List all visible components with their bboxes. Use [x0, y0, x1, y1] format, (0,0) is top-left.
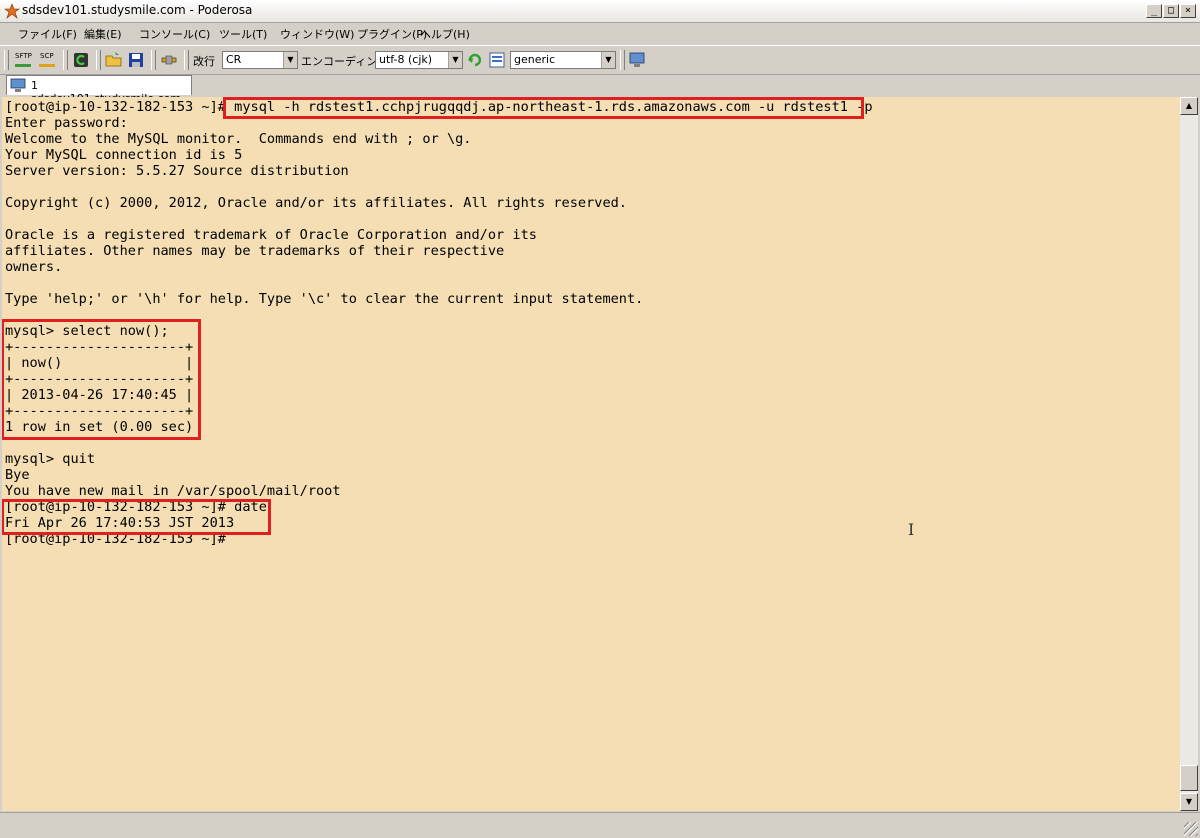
terminal-area[interactable]: [root@ip-10-132-182-153 ~]# mysql -h rds…	[2, 97, 1180, 811]
chevron-down-icon: ▼	[448, 52, 462, 68]
sftp-label: SFTP	[15, 52, 32, 60]
vertical-scrollbar[interactable]: ▲ ▼	[1180, 97, 1198, 811]
encoding-select[interactable]: utf-8 (cjk) ▼	[375, 51, 463, 69]
menu-console[interactable]: コンソール(C)	[139, 26, 210, 42]
newline-label: 改行	[193, 55, 215, 68]
toolbar-grip[interactable]	[151, 50, 156, 70]
chevron-down-icon: ▼	[283, 52, 297, 68]
terminal-line: Oracle is a registered trademark of Orac…	[5, 227, 537, 243]
local-echo-icon[interactable]	[466, 51, 484, 69]
minimize-button[interactable]: _	[1146, 4, 1162, 18]
menu-plugin[interactable]: プラグイン(P)	[357, 26, 427, 42]
menu-tools[interactable]: ツール(T)	[219, 26, 267, 42]
tab-session-1[interactable]: 1 sdsdev101.studysmile.com	[6, 75, 192, 105]
terminal-line: Your MySQL connection id is 5	[5, 147, 243, 163]
menu-file[interactable]: ファイル(F)	[18, 26, 77, 42]
poderosa-app-icon	[4, 3, 20, 19]
toolbar-grip[interactable]	[620, 50, 625, 70]
terminal-line: You have new mail in /var/spool/mail/roo…	[5, 483, 341, 499]
menu-edit[interactable]: 編集(E)	[84, 26, 122, 42]
scroll-thumb[interactable]	[1180, 765, 1198, 791]
date-command-highlight	[2, 499, 271, 535]
line-feed-rule-icon[interactable]	[488, 51, 506, 69]
menu-bar: ファイル(F) 編集(E) コンソール(C) ツール(T) ウィンドウ(W) プ…	[0, 23, 1200, 43]
scp-label: SCP	[40, 52, 54, 60]
scroll-up-button[interactable]: ▲	[1180, 97, 1198, 115]
poderosa-window: sdsdev101.studysmile.com - Poderosa _ □ …	[0, 0, 1200, 838]
terminal-line: Welcome to the MySQL monitor. Commands e…	[5, 131, 472, 147]
mysql-command-highlight	[223, 97, 864, 119]
status-bar	[0, 812, 1200, 838]
resize-grip-icon[interactable]	[1184, 822, 1198, 836]
terminal-type-value: generic	[514, 53, 556, 66]
newline-select[interactable]: CR ▼	[222, 51, 298, 69]
terminal-line: Server version: 5.5.27 Source distributi…	[5, 163, 349, 179]
terminal-line: Copyright (c) 2000, 2012, Oracle and/or …	[5, 195, 627, 211]
terminal-line: owners.	[5, 259, 63, 275]
sftp-button[interactable]: SFTP	[14, 51, 32, 69]
select-now-highlight	[2, 319, 201, 440]
scp-button[interactable]: SCP	[38, 51, 56, 69]
title-bar[interactable]: sdsdev101.studysmile.com - Poderosa _ □ …	[0, 0, 1200, 23]
toolbar: SFTP SCP 改行 CR ▼ エンコーディング utf-8 (cjk) ▼ …	[0, 45, 1200, 75]
toolbar-grip[interactable]	[4, 50, 9, 70]
scroll-down-button[interactable]: ▼	[1180, 793, 1198, 811]
menu-window[interactable]: ウィンドウ(W)	[280, 26, 354, 42]
macro-icon[interactable]	[160, 51, 178, 69]
tab-strip: 1 sdsdev101.studysmile.com	[0, 74, 1200, 105]
terminal-line: Enter password:	[5, 115, 128, 131]
terminal-session-icon	[10, 78, 26, 92]
menu-help[interactable]: ヘルプ(H)	[420, 26, 470, 42]
newline-value: CR	[226, 53, 242, 66]
terminal-type-select[interactable]: generic ▼	[510, 51, 616, 69]
monitor-icon[interactable]	[628, 51, 646, 69]
encoding-value: utf-8 (cjk)	[379, 53, 433, 66]
open-folder-icon[interactable]	[105, 51, 123, 69]
maximize-button[interactable]: □	[1163, 4, 1179, 18]
save-icon[interactable]	[127, 51, 145, 69]
terminal-line: Bye	[5, 467, 30, 483]
terminal-line: Type 'help;' or '\h' for help. Type '\c'…	[5, 291, 644, 307]
text-cursor-icon: I	[908, 520, 915, 539]
toolbar-grip[interactable]	[63, 50, 68, 70]
terminal-line: mysql> quit	[5, 451, 96, 467]
terminal-line: affiliates. Other names may be trademark…	[5, 243, 505, 259]
close-button[interactable]: ×	[1180, 4, 1196, 18]
new-connection-icon[interactable]	[72, 51, 90, 69]
toolbar-grip[interactable]	[184, 50, 189, 70]
toolbar-grip[interactable]	[96, 50, 101, 70]
window-title: sdsdev101.studysmile.com - Poderosa	[22, 3, 253, 17]
chevron-down-icon: ▼	[601, 52, 615, 68]
